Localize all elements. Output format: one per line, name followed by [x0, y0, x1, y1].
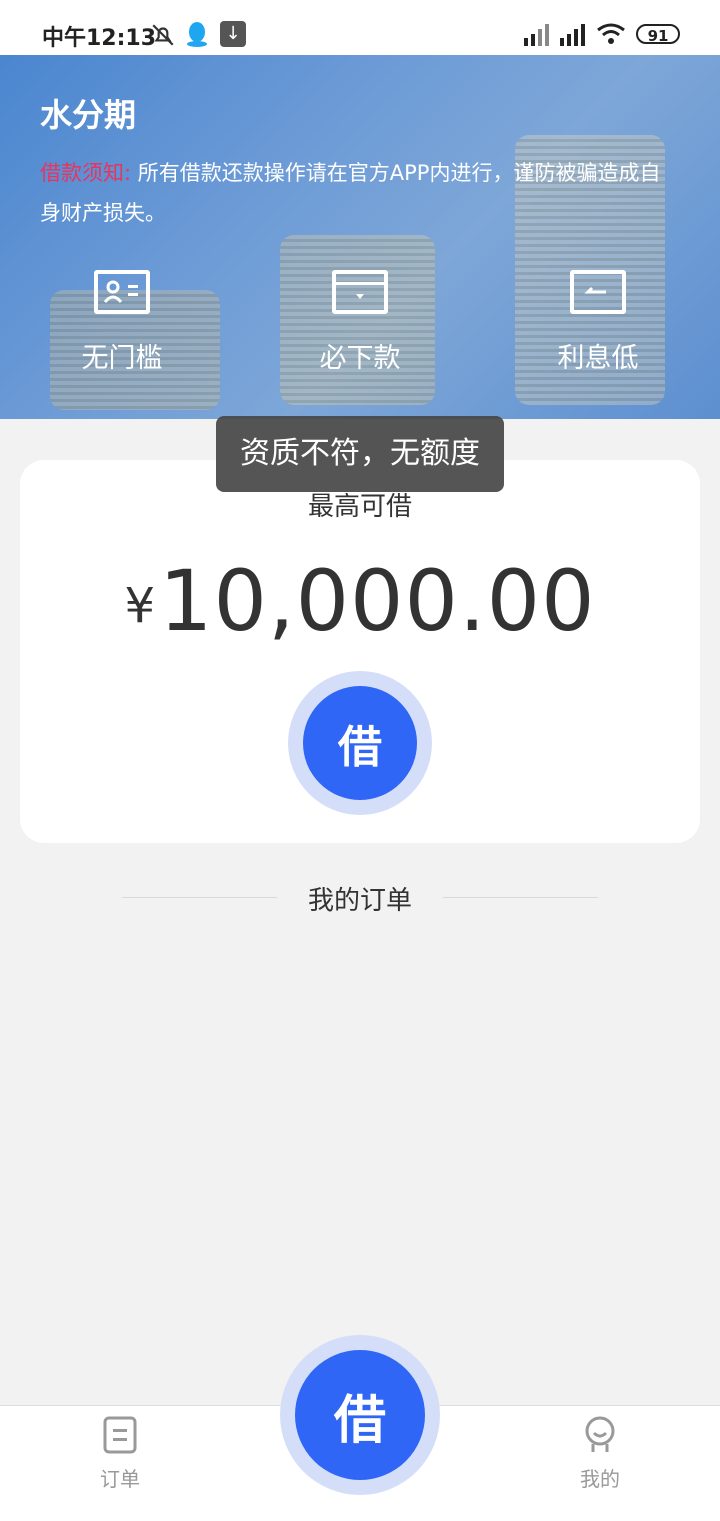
- wifi-icon: [597, 23, 625, 44]
- return-icon: [570, 270, 626, 314]
- amount-value: 10,000.00: [159, 552, 596, 650]
- id-card-icon: [94, 270, 150, 314]
- nav-label-mine: 我的: [580, 1467, 620, 1491]
- signal-hd-icon: [524, 24, 549, 46]
- loan-notice: 借款须知: 所有借款还款操作请在官方APP内进行，谨防被骗造成自身财产损失。: [40, 153, 680, 233]
- battery-icon: 91: [636, 24, 680, 45]
- status-bar: 中午12:13 ↓ 91: [0, 0, 720, 55]
- header-banner: 水分期 借款须知: 所有借款还款操作请在官方APP内进行，谨防被骗造成自身财产损…: [0, 55, 720, 419]
- nav-item-mine[interactable]: 我的: [540, 1416, 660, 1492]
- qq-icon: [187, 22, 207, 47]
- nav-borrow-label: 借: [295, 1350, 425, 1480]
- loan-amount: ¥10,000.00: [20, 552, 700, 650]
- signal-hd-icon: [560, 24, 585, 46]
- feature-guaranteed: 必下款: [280, 270, 440, 375]
- bell-off-icon: [152, 24, 174, 46]
- nav-borrow-button[interactable]: 借: [280, 1335, 440, 1495]
- notice-text: 所有借款还款操作请在官方APP内进行，谨防被骗造成自身财产损失。: [40, 161, 661, 225]
- app-title: 水分期: [40, 96, 137, 134]
- feature-no-threshold: 无门槛: [42, 270, 202, 375]
- feature-label: 利息低: [557, 343, 639, 374]
- user-icon: [585, 1416, 615, 1452]
- wallet-icon: [332, 270, 388, 314]
- feature-low-interest: 利息低: [518, 270, 678, 375]
- borrow-button[interactable]: 借: [288, 671, 432, 815]
- borrow-button-label: 借: [303, 686, 417, 800]
- loan-card: 最高可借 ¥10,000.00 借: [20, 460, 700, 843]
- toast-message: 资质不符，无额度: [216, 416, 504, 492]
- status-time: 中午12:13: [42, 26, 157, 51]
- currency-symbol: ¥: [124, 578, 156, 634]
- order-list-icon: [103, 1416, 137, 1454]
- my-orders-title: 我的订单: [307, 886, 412, 916]
- download-icon: ↓: [220, 21, 246, 47]
- nav-label-orders: 订单: [100, 1467, 140, 1491]
- feature-label: 无门槛: [81, 343, 163, 374]
- notice-label: 借款须知:: [40, 161, 132, 185]
- nav-item-orders[interactable]: 订单: [60, 1416, 180, 1492]
- feature-label: 必下款: [319, 343, 401, 374]
- divider-right: [443, 897, 598, 898]
